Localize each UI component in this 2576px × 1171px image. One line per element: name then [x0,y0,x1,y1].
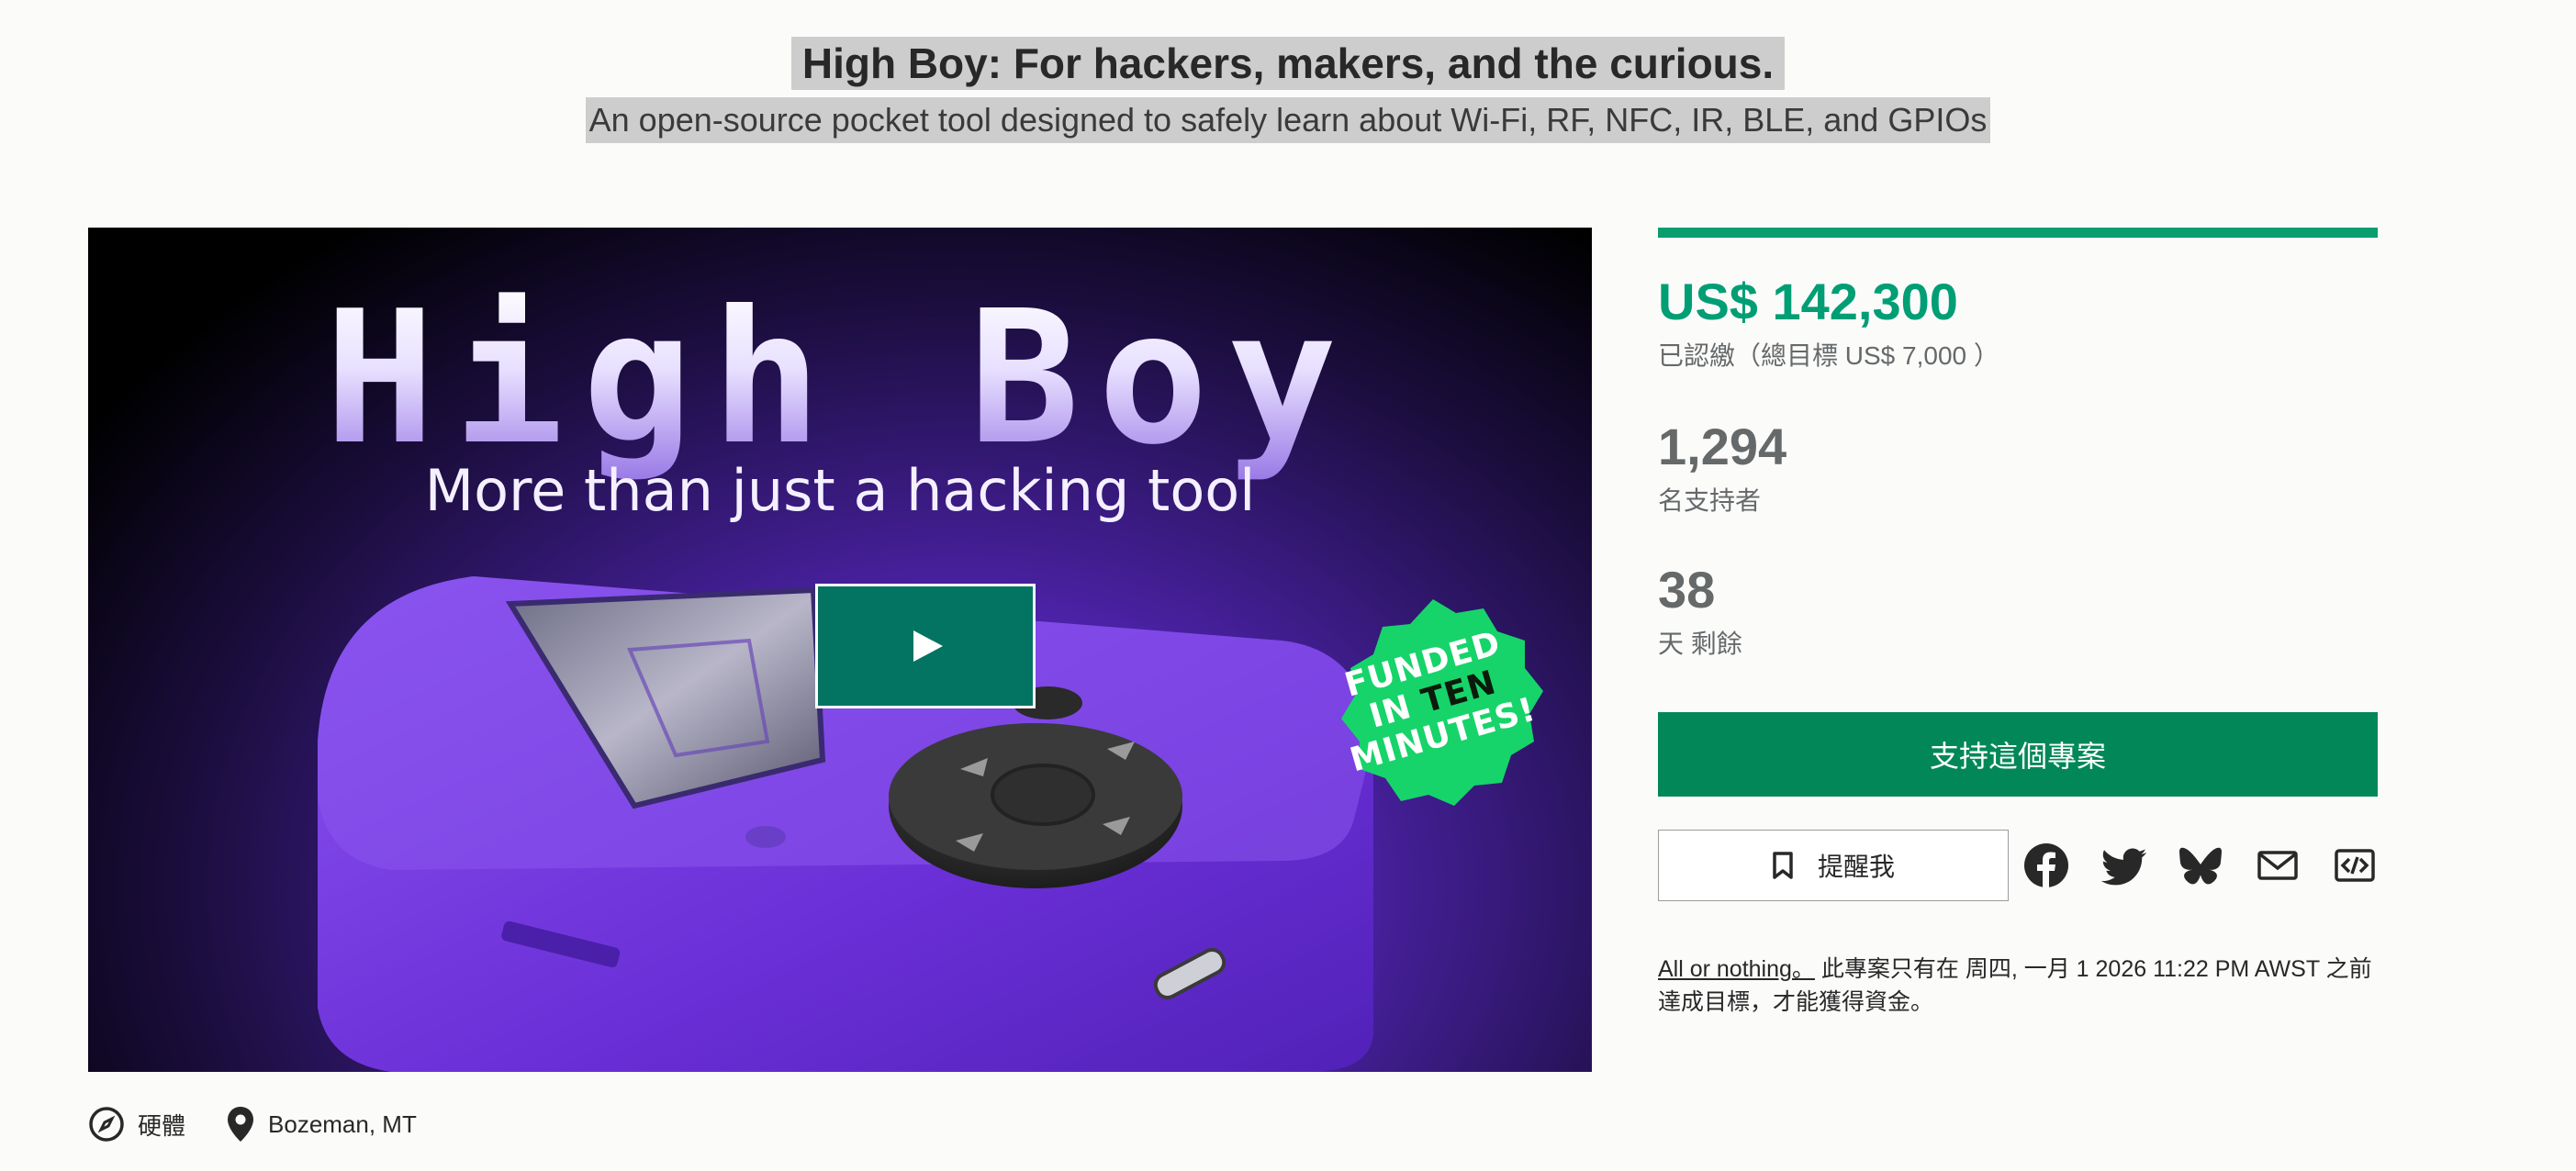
project-video[interactable]: High Boy More than just a hacking tool F… [88,228,1592,1072]
all-or-nothing-link[interactable]: All or nothing。 [1658,956,1815,982]
funding-progress-bar [1658,228,2378,238]
facebook-icon[interactable] [2023,842,2069,888]
category-link[interactable]: 硬體 [88,1106,185,1143]
days-label: 天 剩餘 [1658,630,1742,658]
back-project-button[interactable]: 支持這個專案 [1658,712,2378,797]
pledged-label: 已認繳（總目標 US$ 7,000 ） [1658,341,1999,370]
bluesky-icon[interactable] [2178,842,2223,888]
project-meta: 硬體 Bozeman, MT [88,1101,457,1147]
project-title: High Boy: For hackers, makers, and the c… [790,37,1786,90]
email-icon[interactable] [2255,842,2301,888]
twitter-icon[interactable] [2100,842,2146,888]
funding-terms-line2: 達成目標，才能獲得資金。 [1658,989,1934,1015]
category-label: 硬體 [138,1111,186,1140]
play-button[interactable] [815,584,1036,708]
days-remaining: 38 [1658,561,1716,619]
remind-me-label: 提醒我 [1817,853,1895,881]
location-link[interactable]: Bozeman, MT [226,1105,417,1143]
map-pin-icon [228,1107,254,1142]
backers-count: 1,294 [1658,418,1787,475]
funding-terms: All or nothing。 此專案只有在 周四, 一月 1 2026 11:… [1658,953,2392,1019]
play-icon [913,630,943,662]
location-label: Bozeman, MT [268,1110,417,1138]
backers-label: 名支持者 [1658,486,1762,515]
project-header: High Boy: For hackers, makers, and the c… [0,37,2576,143]
pledged-amount: US$ 142,300 [1658,273,1958,330]
compass-icon [89,1107,124,1142]
project-subtitle: An open-source pocket tool designed to s… [585,97,1991,143]
funding-progress-fill [1658,228,2378,238]
bookmark-icon [1773,852,1793,879]
funding-terms-line1: 此專案只有在 周四, 一月 1 2026 11:22 PM AWST 之前 [1814,956,2372,982]
embed-icon[interactable] [2332,842,2378,888]
remind-me-button[interactable]: 提醒我 [1658,830,2009,901]
